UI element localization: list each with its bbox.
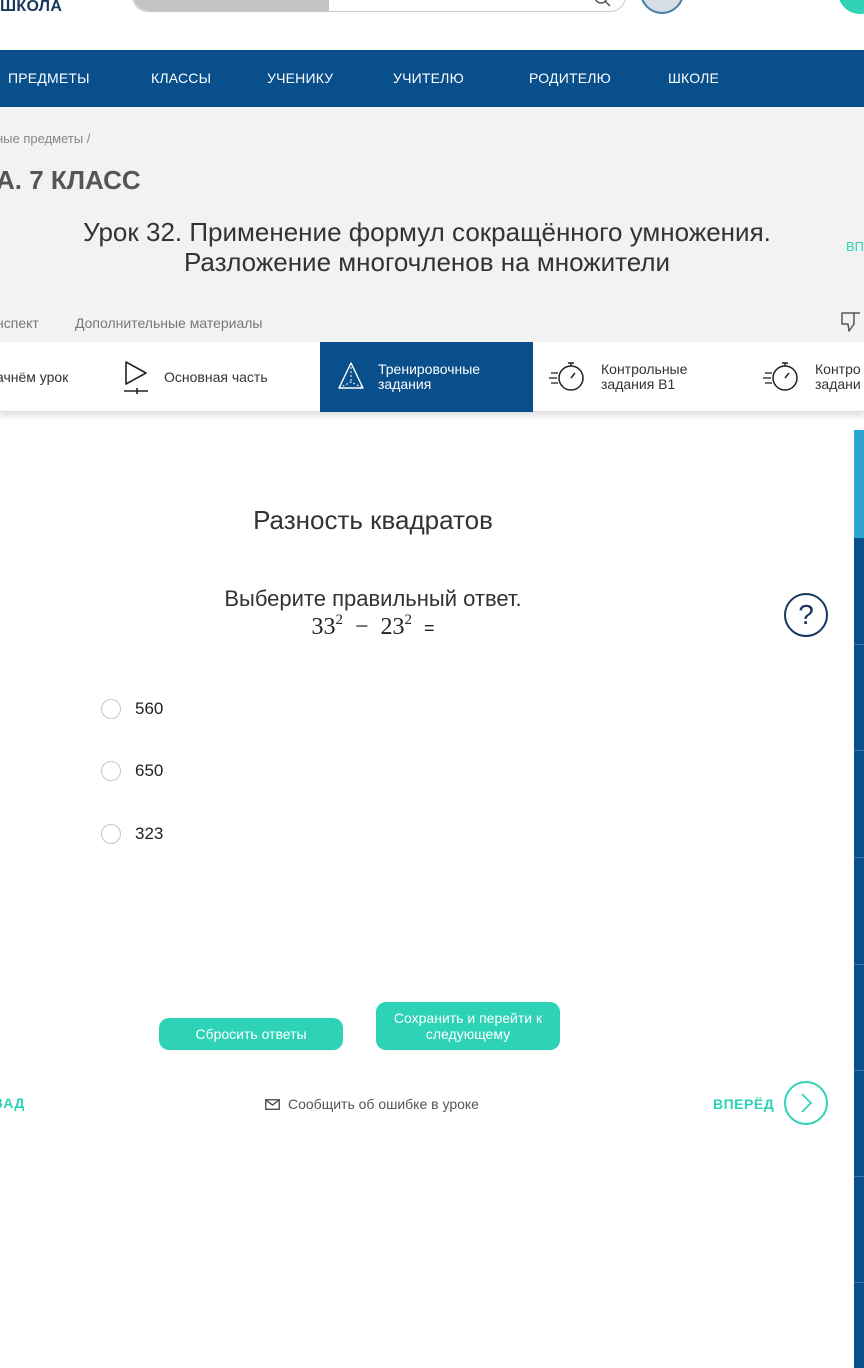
breadcrumb[interactable]: ные предметы / (0, 131, 90, 146)
help-button[interactable]: ? (784, 593, 828, 637)
forward-button[interactable] (784, 1081, 828, 1125)
search-icon[interactable] (593, 0, 611, 11)
nav-item-parent[interactable]: РОДИТЕЛЮ (529, 70, 611, 86)
lesson-title-line2: Разложение многочленов на множители (183, 247, 671, 277)
main-nav: ПРЕДМЕТЫ КЛАССЫ УЧЕНИКУ УЧИТЕЛЮ РОДИТЕЛЮ… (0, 50, 864, 107)
tab-control-tasks-b2[interactable]: Контро задани (747, 342, 864, 412)
user-avatar[interactable] (640, 0, 684, 14)
sub-tab-summary[interactable]: нспект (0, 315, 39, 331)
logo[interactable]: ШКОЛА (0, 0, 62, 16)
menu-button[interactable] (838, 0, 864, 14)
task-title: Разность квадратов (253, 505, 493, 535)
sub-tab-extra-materials[interactable]: Дополнительные материалы (75, 315, 262, 331)
option-label: 323 (135, 824, 164, 843)
section-tabs: ачнём урок Основная часть Тренировочные … (0, 342, 864, 412)
stopwatch-icon (763, 362, 798, 391)
class-title: А. 7 КЛАСС (0, 165, 141, 195)
task-instruction: Выберите правильный ответ. (224, 586, 522, 611)
tab-main-part[interactable]: Основная часть (110, 342, 320, 412)
top-header: ШКОЛА (0, 0, 864, 50)
lesson-title-line1: Урок 32. Применение формул сокращённого … (83, 217, 771, 247)
tab-training-tasks[interactable]: Тренировочные задания (320, 342, 533, 412)
lesson-title: Урок 32. Применение формул сокращённого … (40, 217, 814, 277)
nav-item-classes[interactable]: КЛАССЫ (151, 70, 211, 86)
save-and-next-button[interactable]: Сохранить и перейти к следующему (376, 1002, 560, 1050)
tab-start-lesson[interactable]: ачнём урок (0, 342, 110, 412)
option-label: 650 (135, 761, 164, 780)
play-icon (124, 361, 148, 394)
task-formula: 332 − 232 = (311, 612, 435, 640)
lesson-header: ные предметы / А. 7 КЛАСС Урок 32. Приме… (0, 107, 864, 342)
report-error-link[interactable]: Сообщить об ошибке в уроке (265, 1096, 479, 1112)
radio-button[interactable] (101, 824, 121, 844)
pyramid-icon (338, 362, 364, 389)
nav-item-student[interactable]: УЧЕНИКУ (267, 70, 333, 86)
search-bar[interactable] (132, 0, 626, 12)
search-category-select[interactable] (133, 0, 329, 11)
side-link[interactable]: ВП (846, 239, 864, 254)
back-link[interactable]: ЗАД (0, 1095, 25, 1111)
reset-answers-button[interactable]: Сбросить ответы (159, 1018, 343, 1050)
mail-icon (265, 1098, 280, 1110)
tab-control-tasks-b1[interactable]: Контрольные задания В1 (533, 342, 747, 412)
nav-item-subjects[interactable]: ПРЕДМЕТЫ (8, 70, 90, 86)
answer-option[interactable]: 650 (101, 761, 163, 781)
task-nav-current[interactable] (854, 430, 864, 538)
question-icon: ? (798, 599, 814, 630)
nav-item-school[interactable]: ШКОЛЕ (668, 70, 719, 86)
option-label: 560 (135, 699, 164, 718)
radio-button[interactable] (101, 699, 121, 719)
answer-option[interactable]: 323 (101, 824, 163, 844)
task-nav-rail[interactable] (854, 430, 864, 1368)
stopwatch-icon (549, 362, 584, 391)
forward-link[interactable]: ВПЕРЁД (713, 1096, 774, 1112)
dislike-icon[interactable] (838, 309, 864, 335)
radio-button[interactable] (101, 761, 121, 781)
chevron-right-icon (801, 1093, 813, 1113)
answer-option[interactable]: 560 (101, 699, 163, 719)
nav-item-teacher[interactable]: УЧИТЕЛЮ (393, 70, 464, 86)
